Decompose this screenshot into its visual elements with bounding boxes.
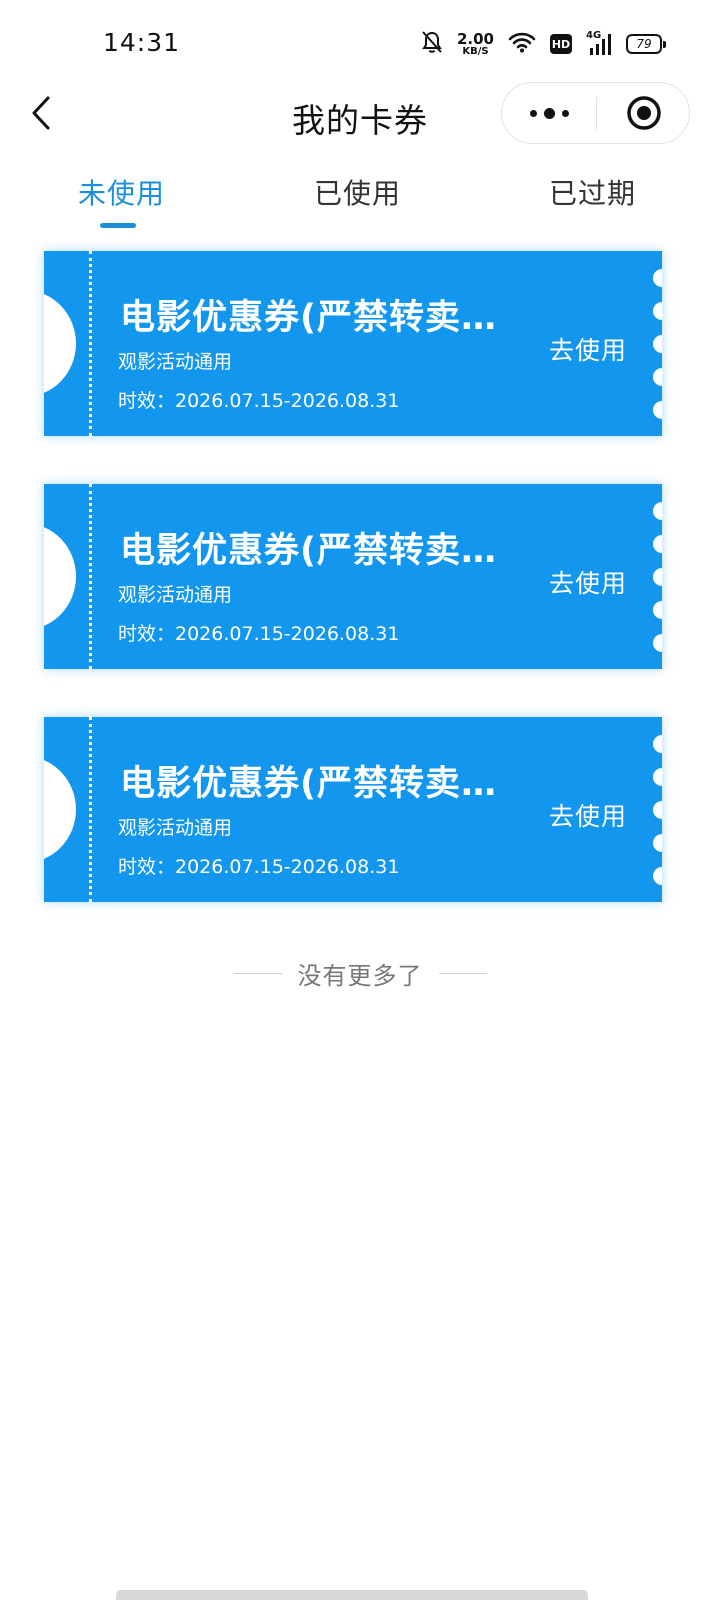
coupon-card[interactable]: 电影优惠券(严禁转卖… 观影活动通用 时效：2026.07.15-2026.08… — [44, 251, 662, 436]
signal-icon: 4G — [586, 30, 612, 56]
divider-line-left — [233, 973, 282, 974]
bell-mute-icon — [421, 30, 443, 58]
battery-icon: 79 — [626, 34, 666, 54]
mini-program-capsule — [501, 82, 690, 144]
use-coupon-button[interactable]: 去使用 — [549, 564, 627, 600]
active-tab-indicator — [100, 223, 136, 228]
coupon-subtitle: 观影活动通用 — [118, 817, 233, 839]
coupon-validity: 时效：2026.07.15-2026.08.31 — [118, 390, 400, 412]
more-button[interactable] — [502, 83, 596, 143]
hd-icon: HD — [550, 34, 572, 54]
perforation-line — [89, 484, 92, 669]
coupon-subtitle: 观影活动通用 — [118, 584, 233, 606]
coupon-subtitle: 观影活动通用 — [118, 351, 233, 373]
perforation-line — [89, 251, 92, 436]
ticket-notch — [44, 523, 76, 630]
ticket-scallop-edge — [653, 269, 662, 419]
signal-label: 4G — [586, 30, 602, 41]
tab-used[interactable]: 已使用 — [314, 172, 401, 212]
status-time: 14:31 — [103, 28, 181, 57]
coupon-title: 电影优惠券(严禁转卖… — [120, 298, 497, 338]
tab-expired[interactable]: 已过期 — [549, 172, 636, 212]
target-circle-icon — [627, 96, 661, 130]
home-indicator[interactable] — [116, 1590, 588, 1600]
coupon-card[interactable]: 电影优惠券(严禁转卖… 观影活动通用 时效：2026.07.15-2026.08… — [44, 717, 662, 902]
coupon-title: 电影优惠券(严禁转卖… — [120, 531, 497, 571]
use-coupon-button[interactable]: 去使用 — [549, 331, 627, 367]
net-speed-value: 2.00 — [456, 29, 494, 48]
coupon-validity: 时效：2026.07.15-2026.08.31 — [118, 856, 400, 878]
close-button[interactable] — [597, 83, 691, 143]
more-dots-icon — [529, 107, 569, 119]
status-icons: 2.00 KB/S HD 4G 79 — [421, 26, 666, 62]
coupon-title: 电影优惠券(严禁转卖… — [120, 764, 497, 804]
coupon-card[interactable]: 电影优惠券(严禁转卖… 观影活动通用 时效：2026.07.15-2026.08… — [44, 484, 662, 669]
coupon-tabs: 未使用 已使用 已过期 — [0, 160, 720, 232]
divider-line-right — [438, 973, 487, 974]
coupons-screen: 14:31 2.00 KB/S HD 4G 79 我的卡券 未使用 已使用 已过… — [0, 0, 720, 1600]
status-bar: 14:31 2.00 KB/S HD 4G 79 — [0, 0, 720, 88]
nav-bar: 我的卡券 — [0, 80, 720, 146]
use-coupon-button[interactable]: 去使用 — [549, 797, 627, 833]
end-of-list: 没有更多了 — [0, 956, 720, 991]
end-of-list-text: 没有更多了 — [297, 962, 423, 990]
wifi-icon — [508, 31, 536, 57]
ticket-scallop-edge — [653, 735, 662, 885]
ticket-notch — [44, 290, 76, 397]
ticket-scallop-edge — [653, 502, 662, 652]
tab-unused[interactable]: 未使用 — [78, 172, 165, 212]
net-speed: 2.00 KB/S — [456, 29, 494, 57]
coupon-list: 电影优惠券(严禁转卖… 观影活动通用 时效：2026.07.15-2026.08… — [44, 251, 662, 950]
net-speed-unit: KB/S — [462, 45, 489, 57]
coupon-validity: 时效：2026.07.15-2026.08.31 — [118, 623, 400, 645]
perforation-line — [89, 717, 92, 902]
ticket-notch — [44, 756, 76, 863]
